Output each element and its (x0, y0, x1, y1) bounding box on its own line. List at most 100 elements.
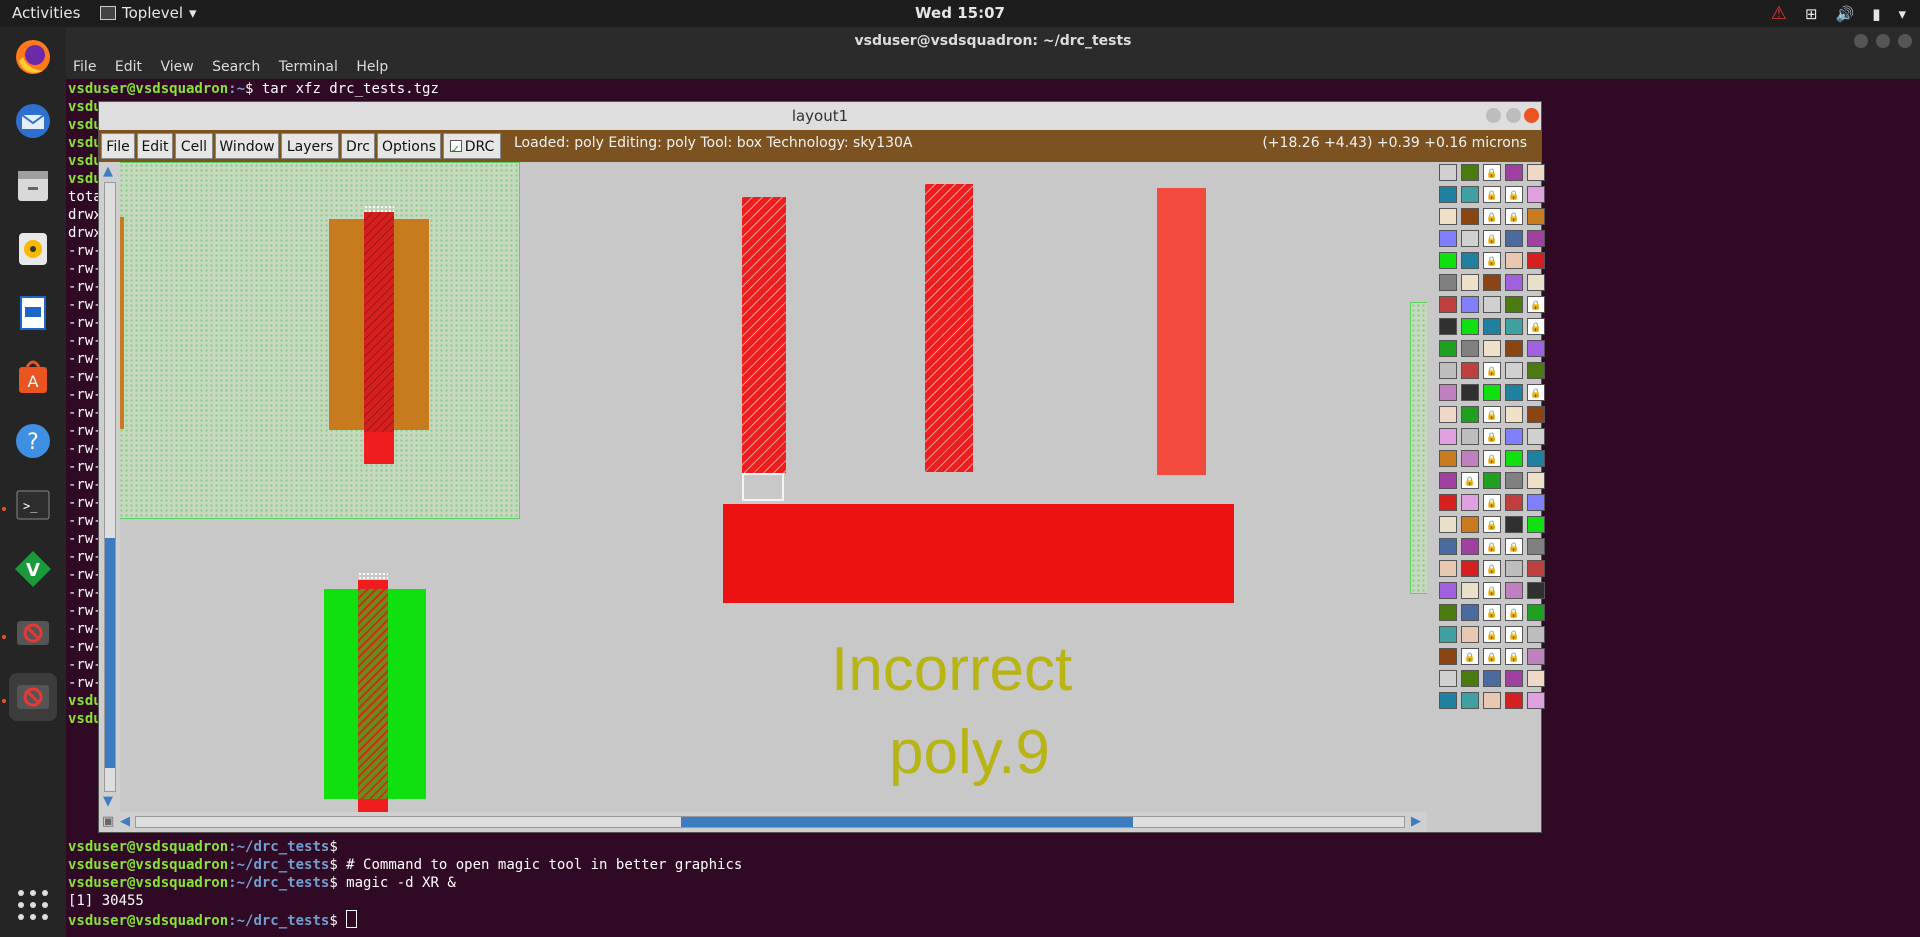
help-icon[interactable]: ? (9, 417, 57, 465)
layer-swatch[interactable]: 🔒 (1505, 604, 1523, 621)
layer-swatch[interactable]: 🔒 (1483, 252, 1501, 269)
layer-swatch[interactable] (1461, 252, 1479, 269)
layer-swatch[interactable] (1461, 450, 1479, 467)
writer-icon[interactable] (9, 289, 57, 337)
layer-swatch[interactable] (1505, 692, 1523, 709)
poly-strip-1[interactable] (742, 197, 786, 473)
layer-swatch[interactable] (1505, 340, 1523, 357)
layer-swatch[interactable] (1439, 164, 1457, 181)
layer-swatch[interactable] (1505, 384, 1523, 401)
warning-icon[interactable]: ⚠ (1771, 3, 1787, 24)
drc-checkbox[interactable] (449, 137, 462, 163)
hscroll-track[interactable] (135, 816, 1405, 828)
layer-swatch[interactable] (1527, 406, 1545, 423)
layer-swatch[interactable] (1461, 318, 1479, 335)
layer-swatch[interactable] (1527, 604, 1545, 621)
zoom-box-icon[interactable]: ▣ (102, 814, 114, 829)
layer-swatch[interactable] (1461, 274, 1479, 291)
selection-box[interactable] (742, 473, 784, 501)
close-button[interactable] (1898, 34, 1912, 48)
layer-swatch[interactable] (1439, 406, 1457, 423)
app-menu[interactable]: Toplevel ▾ (100, 4, 197, 22)
layer-swatch[interactable] (1439, 472, 1457, 489)
layer-swatch[interactable] (1461, 208, 1479, 225)
layer-swatch[interactable] (1527, 362, 1545, 379)
layer-swatch[interactable] (1527, 538, 1545, 555)
layer-swatch[interactable] (1505, 472, 1523, 489)
magic-menu-options[interactable]: Options (377, 133, 441, 159)
files-icon[interactable] (9, 161, 57, 209)
layer-swatch[interactable] (1439, 516, 1457, 533)
layer-swatch[interactable] (1483, 274, 1501, 291)
layer-swatch[interactable] (1527, 582, 1545, 599)
layer-palette[interactable]: 🔒 🔒 🔒 🔒 🔒 🔒 🔒 🔒 🔒 🔒 🔒 🔒 🔒 🔒 🔒 🔒 🔒 🔒 🔒 🔒 🔒 🔒 🔒 🔒 🔒 🔒 🔒 🔒 (1427, 162, 1545, 832)
layer-swatch[interactable] (1461, 604, 1479, 621)
layer-swatch[interactable] (1439, 450, 1457, 467)
network-icon[interactable]: ⊞ (1805, 5, 1818, 23)
nwell-region[interactable] (120, 162, 520, 519)
rhythmbox-icon[interactable] (9, 225, 57, 273)
layer-swatch[interactable]: 🔒 (1483, 648, 1501, 665)
menu-search[interactable]: Search (212, 55, 260, 79)
layer-swatch[interactable] (1439, 362, 1457, 379)
layer-swatch[interactable] (1461, 670, 1479, 687)
maximize-button[interactable] (1876, 34, 1890, 48)
minimize-button[interactable] (1854, 34, 1868, 48)
layer-swatch[interactable] (1439, 626, 1457, 643)
magic-menu-layers[interactable]: Layers (281, 133, 339, 159)
layer-swatch[interactable] (1439, 648, 1457, 665)
menu-edit[interactable]: Edit (115, 55, 142, 79)
poly-gate-nmos[interactable] (358, 589, 388, 799)
layer-swatch[interactable] (1461, 164, 1479, 181)
layer-swatch[interactable] (1439, 186, 1457, 203)
layer-swatch[interactable] (1461, 516, 1479, 533)
poly-strip-2[interactable] (925, 184, 973, 472)
layer-swatch[interactable] (1505, 318, 1523, 335)
layer-swatch[interactable] (1439, 692, 1457, 709)
layer-swatch[interactable] (1505, 670, 1523, 687)
layer-swatch[interactable]: 🔒 (1483, 230, 1501, 247)
layer-swatch[interactable] (1461, 384, 1479, 401)
magic-layout-icon[interactable] (9, 673, 57, 721)
layer-swatch[interactable]: 🔒 (1483, 538, 1501, 555)
layer-swatch[interactable] (1439, 208, 1457, 225)
layer-swatch[interactable] (1505, 406, 1523, 423)
layer-swatch[interactable]: 🔒 (1483, 582, 1501, 599)
scroll-up-icon[interactable]: ▲ (103, 164, 113, 179)
thunderbird-icon[interactable] (9, 97, 57, 145)
layer-swatch[interactable] (1439, 230, 1457, 247)
layer-swatch[interactable] (1505, 362, 1523, 379)
poly-gate-pmos[interactable] (364, 212, 394, 432)
layer-swatch[interactable] (1505, 230, 1523, 247)
vertical-scrollbar[interactable]: ▲ ▼ (99, 162, 120, 812)
layer-swatch[interactable] (1527, 340, 1545, 357)
layer-swatch[interactable]: 🔒 (1483, 516, 1501, 533)
layer-swatch[interactable] (1505, 164, 1523, 181)
minimize-button[interactable] (1486, 108, 1501, 123)
layer-swatch[interactable]: 🔒 (1505, 538, 1523, 555)
layer-swatch[interactable] (1439, 274, 1457, 291)
nwell-edge[interactable] (1410, 302, 1427, 594)
layer-swatch[interactable]: 🔒 (1483, 208, 1501, 225)
layer-swatch[interactable] (1461, 692, 1479, 709)
layer-swatch[interactable] (1461, 428, 1479, 445)
menu-terminal[interactable]: Terminal (279, 55, 338, 79)
layer-swatch[interactable] (1527, 626, 1545, 643)
layer-swatch[interactable]: 🔒 (1505, 208, 1523, 225)
magic-title-bar[interactable]: layout1 (99, 102, 1541, 130)
layer-swatch[interactable] (1439, 252, 1457, 269)
layer-swatch[interactable] (1439, 604, 1457, 621)
layer-swatch[interactable] (1461, 406, 1479, 423)
scroll-left-icon[interactable]: ◀ (120, 814, 130, 829)
clock[interactable]: Wed 15:07 (0, 4, 1920, 22)
magic-menu-file[interactable]: File (101, 133, 135, 159)
layer-swatch[interactable] (1527, 494, 1545, 511)
layer-swatch[interactable] (1461, 582, 1479, 599)
magic-menu-cell[interactable]: Cell (175, 133, 213, 159)
layer-swatch[interactable] (1505, 560, 1523, 577)
layer-swatch[interactable]: 🔒 (1461, 472, 1479, 489)
layer-swatch[interactable] (1483, 384, 1501, 401)
poly-extension-pmos[interactable] (364, 432, 394, 464)
layer-swatch[interactable]: 🔒 (1461, 648, 1479, 665)
layer-swatch[interactable] (1461, 186, 1479, 203)
